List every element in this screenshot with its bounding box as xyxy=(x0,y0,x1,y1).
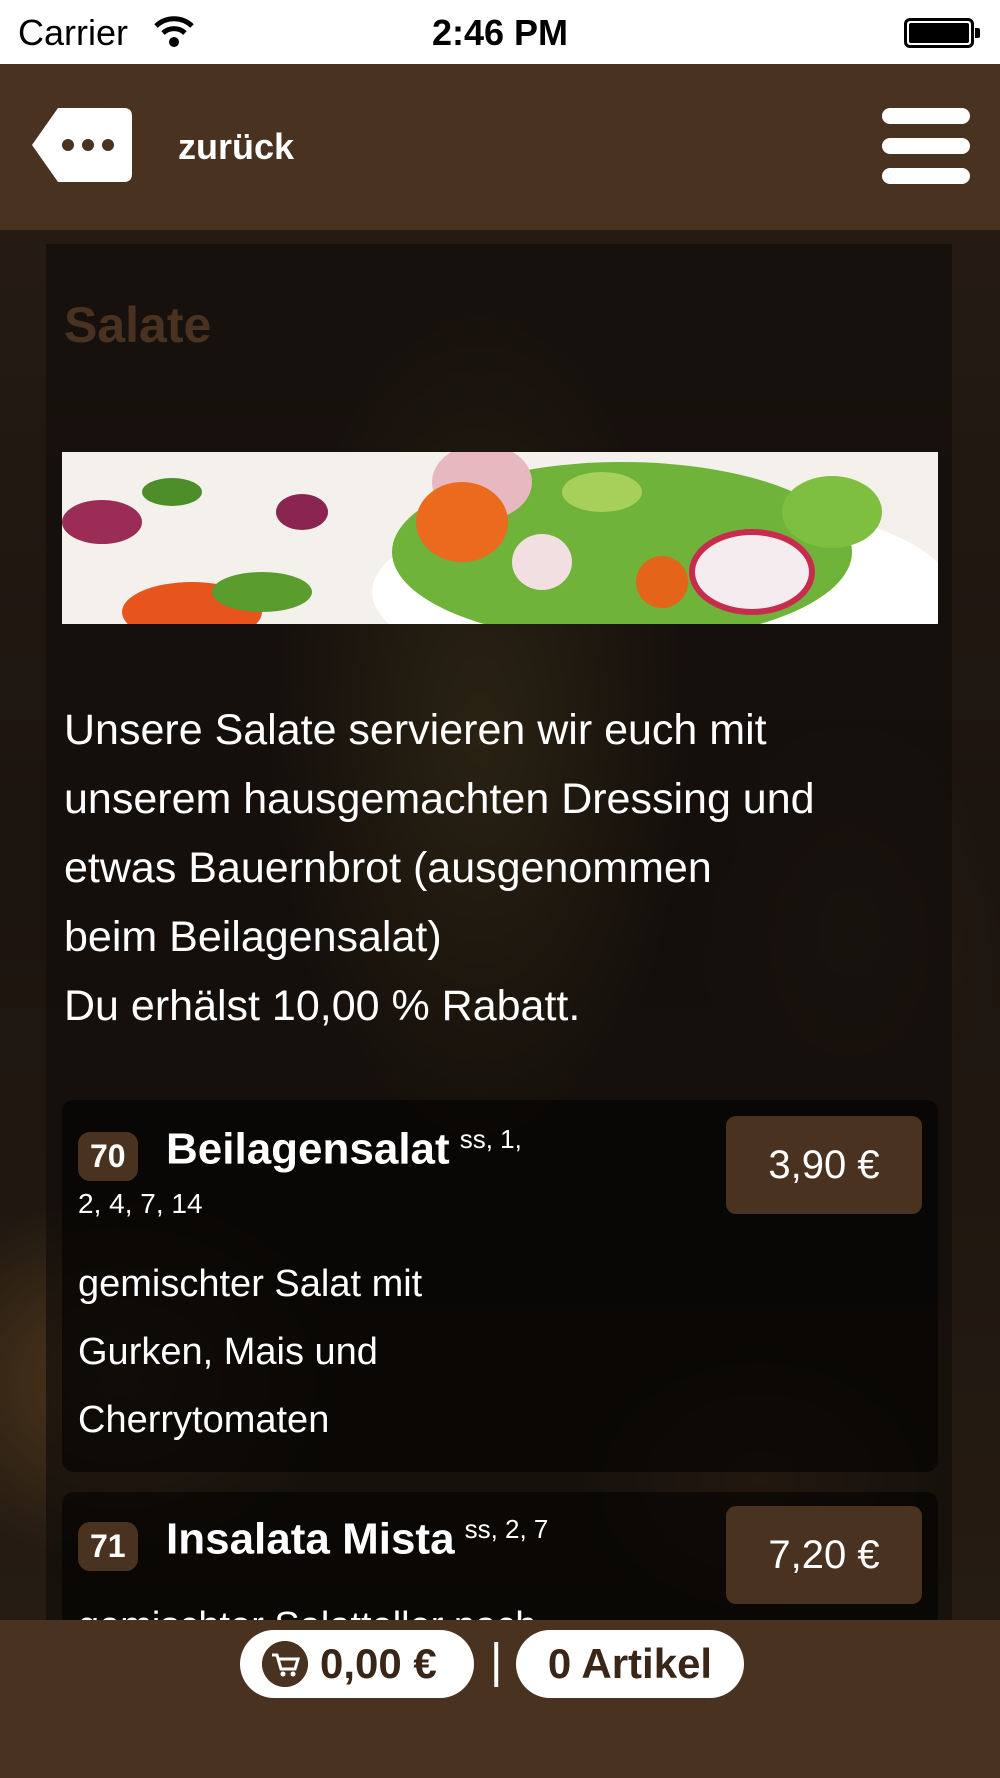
back-button[interactable] xyxy=(32,108,132,182)
hamburger-icon[interactable] xyxy=(882,108,970,184)
item-number-badge: 71 xyxy=(78,1522,138,1571)
cart-total: 0,00 € xyxy=(320,1640,437,1687)
item-description: gemischter Salatteller nach xyxy=(78,1592,678,1620)
cart-icon xyxy=(262,1641,308,1687)
cart-count-button[interactable]: 0 Artikel xyxy=(516,1630,744,1698)
discount-text: Du erhälst 10,00 % Rabatt. xyxy=(64,982,581,1030)
item-description: gemischter Salat mit Gurken, Mais und Ch… xyxy=(78,1263,423,1441)
item-allergens: ss, 1, xyxy=(459,1124,522,1154)
add-to-cart-price-button[interactable]: 3,90 € xyxy=(726,1116,922,1214)
menu-item-card[interactable]: 70 Beilagensalat ss, 1, 2, 4, 7, 14 3,90 … xyxy=(62,1100,938,1472)
clock: 2:46 PM xyxy=(431,12,569,53)
content-panel: Salate Unsere Salate servieren wir euch … xyxy=(46,244,952,1620)
add-to-cart-price-button[interactable]: 7,20 € xyxy=(726,1506,922,1604)
item-name: Beilagensalat ss, 1, xyxy=(166,1124,522,1174)
item-allergens: ss, 2, 7 xyxy=(464,1514,549,1544)
battery-icon xyxy=(904,18,980,48)
item-number-badge: 70 xyxy=(78,1132,138,1181)
back-label[interactable]: zurück xyxy=(178,126,294,168)
cart-bar: 0,00 € | 0 Artikel xyxy=(0,1620,1000,1778)
item-name: Insalata Mista ss, 2, 7 xyxy=(166,1514,549,1564)
menu-item-card[interactable]: 71 Insalata Mistass, 2, 7 7,20 € gemisch… xyxy=(62,1492,938,1620)
item-allergens-continued: 2, 4, 7, 14 xyxy=(78,1188,203,1219)
section-description: Unsere Salate servieren wir euch mit uns… xyxy=(64,696,944,1041)
cart-total-button[interactable]: 0,00 € xyxy=(240,1630,474,1698)
cart-separator: | xyxy=(490,1635,503,1688)
salad-banner-image xyxy=(62,452,938,624)
status-bar: Carrier 2:46 PM xyxy=(0,0,1000,64)
section-title: Salate xyxy=(64,297,212,353)
header: zurück xyxy=(0,64,1000,230)
